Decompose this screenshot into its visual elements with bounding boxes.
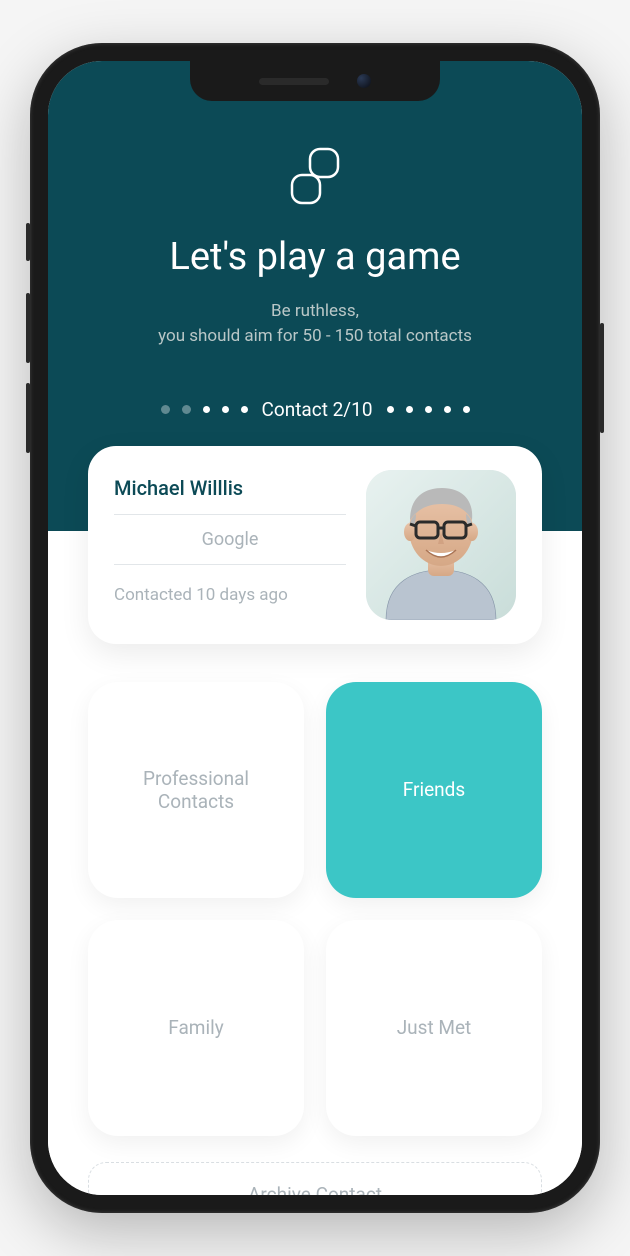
subtitle-line-1: Be ruthless, <box>271 301 359 321</box>
page-title: Let's play a game <box>78 235 552 279</box>
phone-frame: Let's play a game Be ruthless, you shoul… <box>30 43 600 1213</box>
category-grid: Professional Contacts Friends Family Jus… <box>88 682 542 1136</box>
progress-dot <box>444 406 451 413</box>
progress-dots-right <box>387 406 470 413</box>
progress-dot <box>203 406 210 413</box>
volume-down-button <box>26 383 30 453</box>
progress-label: Contact 2/10 <box>262 398 373 421</box>
notch <box>190 61 440 101</box>
progress-dot <box>425 406 432 413</box>
category-just-met-button[interactable]: Just Met <box>326 920 542 1136</box>
progress-dot <box>387 406 394 413</box>
contact-company: Google <box>114 515 346 564</box>
progress-dot <box>161 405 170 414</box>
front-camera <box>357 74 371 88</box>
app-screen: Let's play a game Be ruthless, you shoul… <box>48 61 582 1195</box>
content-area: Michael Willlis Google Contacted 10 days… <box>48 531 582 1195</box>
contact-name: Michael Willlis <box>114 470 346 514</box>
mute-switch <box>26 223 30 261</box>
category-friends-button[interactable]: Friends <box>326 682 542 898</box>
volume-up-button <box>26 293 30 363</box>
contact-info: Michael Willlis Google Contacted 10 days… <box>114 470 346 620</box>
contact-last-contacted: Contacted 10 days ago <box>114 565 346 605</box>
category-professional-button[interactable]: Professional Contacts <box>88 682 304 898</box>
progress-dot <box>182 405 191 414</box>
progress-dots-left <box>161 405 248 414</box>
progress-dot <box>222 406 229 413</box>
progress-dot <box>241 406 248 413</box>
page-subtitle: Be ruthless, you should aim for 50 - 150… <box>78 299 552 348</box>
progress-indicator: Contact 2/10 <box>78 398 552 421</box>
archive-contact-button[interactable]: Archive Contact <box>88 1162 542 1195</box>
contact-card: Michael Willlis Google Contacted 10 days… <box>88 446 542 644</box>
category-family-button[interactable]: Family <box>88 920 304 1136</box>
progress-dot <box>463 406 470 413</box>
speaker-grille <box>259 78 329 85</box>
power-button <box>600 323 604 433</box>
contact-avatar <box>366 470 516 620</box>
app-logo-icon <box>280 141 350 215</box>
subtitle-line-2: you should aim for 50 - 150 total contac… <box>158 326 472 346</box>
progress-dot <box>406 406 413 413</box>
phone-screen-bezel: Let's play a game Be ruthless, you shoul… <box>48 61 582 1195</box>
